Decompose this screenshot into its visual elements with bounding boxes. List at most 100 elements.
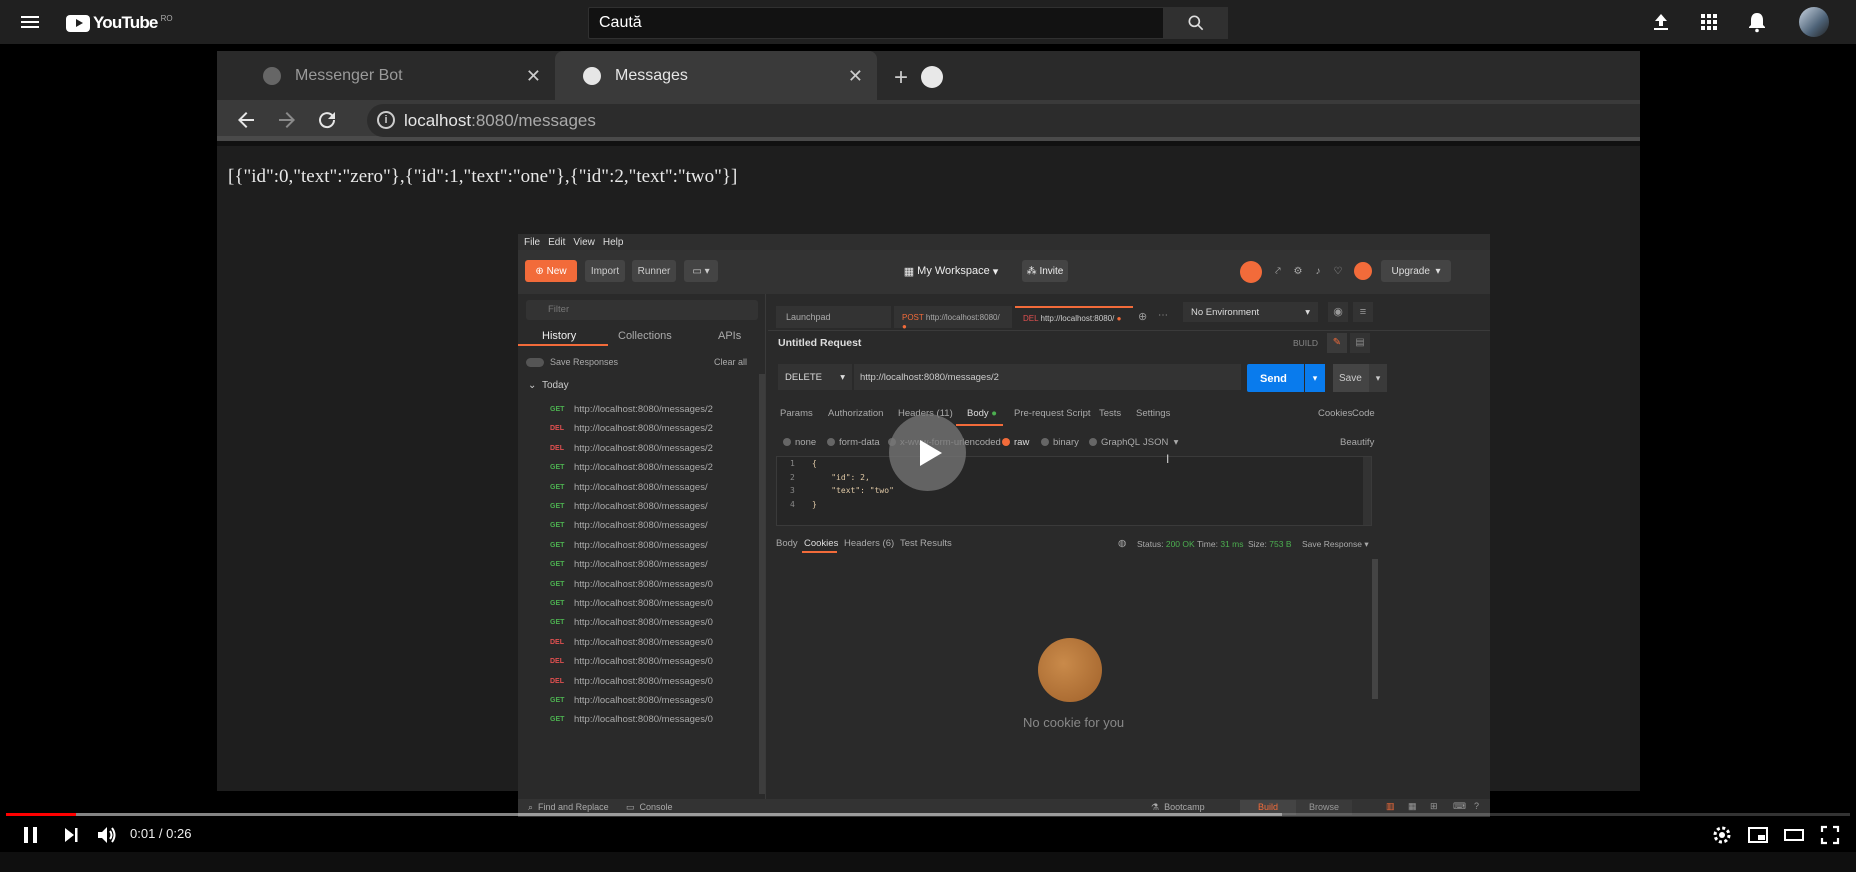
body-type-none[interactable]: none <box>783 437 816 448</box>
layout-icon[interactable]: ⊞ <box>1430 801 1438 812</box>
new-button[interactable]: ⊕ New <box>525 260 577 282</box>
browser-tab-messages[interactable]: Messages ✕ <box>555 51 877 100</box>
history-item[interactable]: GET http://localhost:8080/messages/ <box>518 478 766 497</box>
eye-icon[interactable]: ◉ <box>1328 302 1348 322</box>
editor-scrollbar[interactable] <box>1363 457 1371 525</box>
request-title[interactable]: Untitled Request <box>778 337 861 349</box>
body-type-binary[interactable]: binary <box>1041 437 1079 448</box>
next-icon[interactable] <box>60 824 82 846</box>
response-tab-body[interactable]: Body <box>776 538 798 549</box>
subtab-body[interactable]: Body ● <box>967 408 997 419</box>
new-tab-plus-icon[interactable]: + <box>894 64 908 92</box>
comments-icon[interactable]: ▤ <box>1350 333 1370 353</box>
history-item[interactable]: GET http://localhost:8080/messages/ <box>518 536 766 555</box>
menu-view[interactable]: View <box>573 237 595 248</box>
url-field[interactable]: localhost:8080/messages <box>367 104 1640 137</box>
response-scrollbar[interactable] <box>1372 559 1378 699</box>
sidebar-tab-history[interactable]: History <box>542 330 576 342</box>
sidebar-tab-apis[interactable]: APIs <box>718 330 741 342</box>
add-tab-icon[interactable]: ⊕ <box>1138 310 1147 323</box>
subtab-authorization[interactable]: Authorization <box>828 408 883 419</box>
search-input[interactable]: Caută <box>588 7 1164 39</box>
history-item[interactable]: DEL http://localhost:8080/messages/2 <box>518 419 766 438</box>
body-type-graphql[interactable]: GraphQL <box>1089 437 1140 448</box>
history-item[interactable]: DEL http://localhost:8080/messages/0 <box>518 652 766 671</box>
body-format-select[interactable]: JSON ▾ <box>1143 437 1178 448</box>
clear-all-link[interactable]: Clear all <box>714 357 747 367</box>
fullscreen-icon[interactable] <box>1819 824 1841 846</box>
keyboard-icon[interactable]: ⌨ <box>1453 801 1466 812</box>
save-dropdown-icon[interactable]: ▾ <box>1369 364 1387 392</box>
notifications-bell-icon[interactable] <box>1745 10 1769 34</box>
history-item[interactable]: GET http://localhost:8080/messages/ <box>518 497 766 516</box>
history-item[interactable]: DEL http://localhost:8080/messages/0 <box>518 672 766 691</box>
close-tab-icon[interactable]: ✕ <box>526 66 541 87</box>
find-replace-button[interactable]: ⌕ Find and Replace <box>528 802 609 813</box>
history-item[interactable]: GET http://localhost:8080/messages/ <box>518 555 766 574</box>
request-tab-del[interactable]: DEL http://localhost:8080/ ● <box>1015 306 1133 328</box>
subtab-settings[interactable]: Settings <box>1136 408 1170 419</box>
filter-input[interactable]: Filter <box>526 300 758 320</box>
history-item[interactable]: DEL http://localhost:8080/messages/0 <box>518 633 766 652</box>
sidebar-scrollbar[interactable] <box>759 374 765 794</box>
cookies-link[interactable]: Cookies <box>1318 408 1352 419</box>
reload-icon[interactable] <box>315 108 339 132</box>
body-type-form-data[interactable]: form-data <box>827 437 880 448</box>
console-button[interactable]: ▭ Console <box>626 802 673 813</box>
youtube-logo[interactable]: YouTube RO <box>66 12 173 34</box>
menu-edit[interactable]: Edit <box>548 237 565 248</box>
apps-grid-icon[interactable] <box>1697 10 1721 34</box>
sidebar-tab-collections[interactable]: Collections <box>618 330 672 342</box>
import-button[interactable]: Import <box>585 260 625 282</box>
site-info-icon[interactable]: i <box>377 111 395 129</box>
menu-help[interactable]: Help <box>603 237 624 248</box>
history-item[interactable]: GET http://localhost:8080/messages/0 <box>518 594 766 613</box>
response-tab-test-results[interactable]: Test Results <box>900 538 952 549</box>
two-pane-icon[interactable]: ▥ <box>1386 801 1395 812</box>
sliders-icon[interactable]: ≡ <box>1353 302 1373 322</box>
workspace-selector[interactable]: ▦ My Workspace ▾ <box>896 260 1006 282</box>
theater-mode-icon[interactable] <box>1783 824 1805 846</box>
settings-gear-icon[interactable] <box>1711 824 1733 846</box>
body-type-raw[interactable]: raw <box>1002 437 1029 448</box>
subtab-params[interactable]: Params <box>780 408 813 419</box>
forward-arrow-icon[interactable] <box>275 108 299 132</box>
history-item[interactable]: GET http://localhost:8080/messages/0 <box>518 613 766 632</box>
large-play-icon[interactable] <box>889 414 966 491</box>
close-tab-icon[interactable]: ✕ <box>848 66 863 87</box>
profile-avatar[interactable] <box>1354 262 1372 280</box>
beautify-link[interactable]: Beautify <box>1340 437 1374 448</box>
settings-gear-icon[interactable]: ⚙ <box>1290 260 1306 282</box>
runner-button[interactable]: Runner <box>632 260 676 282</box>
subtab-tests[interactable]: Tests <box>1099 408 1121 419</box>
history-group-today[interactable]: ⌄ Today <box>528 380 569 391</box>
subtab-prerequest[interactable]: Pre-request Script <box>1014 408 1091 419</box>
menu-file[interactable]: File <box>524 237 540 248</box>
back-arrow-icon[interactable] <box>234 108 258 132</box>
hamburger-menu-icon[interactable] <box>18 10 42 34</box>
history-item[interactable]: GET http://localhost:8080/messages/ <box>518 516 766 535</box>
request-tab-post[interactable]: POST http://localhost:8080/ ● <box>894 306 1012 331</box>
response-tab-cookies[interactable]: Cookies <box>804 538 838 549</box>
volume-icon[interactable] <box>95 824 117 846</box>
invite-button[interactable]: ⁂ Invite <box>1022 260 1068 282</box>
sync-icon[interactable] <box>1240 261 1262 283</box>
send-dropdown-icon[interactable]: ▾ <box>1305 364 1325 392</box>
history-item[interactable]: DEL http://localhost:8080/messages/2 <box>518 439 766 458</box>
upload-icon[interactable] <box>1649 10 1673 34</box>
help-icon[interactable]: ? <box>1474 801 1479 811</box>
browser-tab-messenger-bot[interactable]: Messenger Bot ✕ <box>235 51 555 100</box>
layout-icon[interactable]: ▦ <box>1408 801 1417 812</box>
new-window-button[interactable]: ▭ ▾ <box>684 260 718 282</box>
environment-select[interactable]: No Environment ▾ <box>1183 302 1318 322</box>
history-item[interactable]: GET http://localhost:8080/messages/0 <box>518 575 766 594</box>
notifications-icon[interactable]: ♪ <box>1310 260 1326 282</box>
save-response-button[interactable]: Save Response ▾ <box>1302 539 1369 550</box>
send-button[interactable]: Send <box>1247 364 1304 392</box>
request-url-input[interactable]: http://localhost:8080/messages/2 <box>854 364 1241 390</box>
save-button[interactable]: Save <box>1333 364 1369 392</box>
method-select[interactable]: DELETE ▾ <box>778 364 852 390</box>
edit-pencil-icon[interactable]: ✎ <box>1327 333 1347 353</box>
history-item[interactable]: GET http://localhost:8080/messages/2 <box>518 400 766 419</box>
response-tab-headers[interactable]: Headers (6) <box>844 538 894 549</box>
